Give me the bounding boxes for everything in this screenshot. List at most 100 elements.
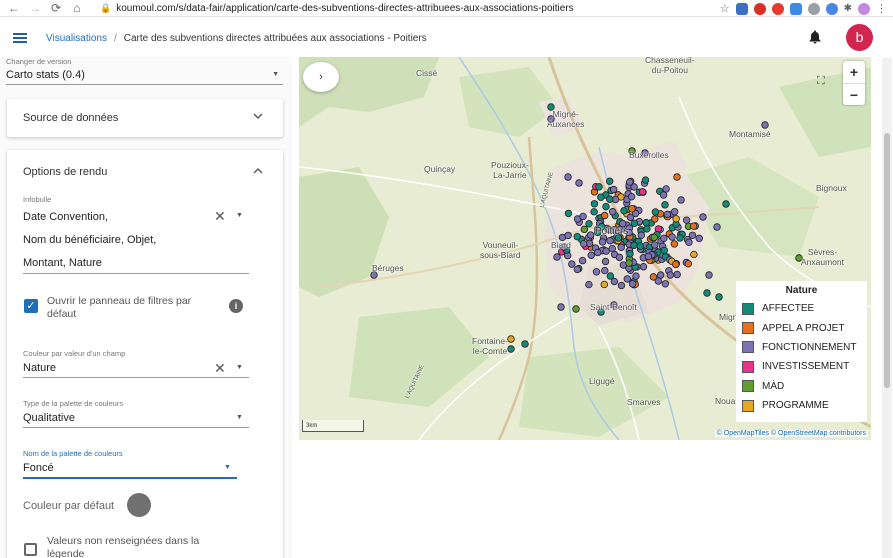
map-marker[interactable]: [663, 210, 672, 219]
reload-icon[interactable]: ⟳: [49, 1, 63, 15]
legend-item[interactable]: APPEL A PROJET: [742, 318, 861, 337]
map-marker[interactable]: [585, 220, 593, 228]
checkbox-unchecked-icon[interactable]: [24, 543, 37, 556]
map-marker[interactable]: [641, 176, 650, 184]
map-marker[interactable]: [575, 179, 583, 187]
map-marker[interactable]: [572, 305, 580, 313]
map-marker[interactable]: [608, 208, 617, 216]
map-marker[interactable]: [564, 173, 572, 181]
map-marker[interactable]: [660, 234, 668, 242]
palette-type-select[interactable]: Qualitative ▼: [23, 408, 249, 428]
map-marker[interactable]: [602, 202, 610, 211]
map-view[interactable]: Cissé Chasseneuil- du-Poitou Migné- Auxa…: [299, 57, 871, 440]
map-marker[interactable]: [670, 240, 679, 248]
map-marker[interactable]: [610, 277, 619, 286]
map-marker[interactable]: [677, 196, 685, 204]
zoom-in-button[interactable]: +: [843, 61, 865, 83]
map-marker[interactable]: [668, 233, 676, 241]
address-bar[interactable]: 🔒 koumoul.com/s/data-fair/application/ca…: [100, 1, 680, 16]
extension-opera-icon[interactable]: [771, 2, 784, 15]
render-title[interactable]: Options de rendu: [23, 166, 107, 178]
map-marker[interactable]: [636, 242, 645, 250]
map-marker[interactable]: [630, 241, 638, 249]
legend-item[interactable]: INVESTISSEMENT: [742, 357, 861, 376]
home-icon[interactable]: ⌂: [70, 1, 84, 15]
map-marker[interactable]: [628, 205, 636, 213]
map-marker[interactable]: [573, 265, 582, 274]
map-marker[interactable]: [615, 253, 624, 262]
missing-values-row[interactable]: Valeurs non renseignées dans la légende: [24, 535, 244, 558]
map-marker[interactable]: [659, 191, 668, 199]
map-marker[interactable]: [673, 270, 681, 279]
map-marker[interactable]: [597, 193, 605, 201]
map-marker[interactable]: [627, 192, 636, 201]
map-marker[interactable]: [521, 340, 529, 348]
default-color-swatch[interactable]: [127, 493, 151, 517]
map-marker[interactable]: [587, 251, 595, 259]
version-select[interactable]: Carto stats (0.4) ▼: [6, 65, 283, 85]
map-marker[interactable]: [666, 271, 675, 279]
map-marker[interactable]: [650, 233, 658, 242]
zoom-out-button[interactable]: −: [843, 83, 865, 105]
map-marker[interactable]: [579, 240, 588, 248]
map-marker[interactable]: [630, 219, 639, 227]
map-marker[interactable]: [568, 260, 576, 268]
map-marker[interactable]: [606, 177, 614, 185]
map-marker[interactable]: [578, 256, 587, 265]
map-marker[interactable]: [676, 234, 684, 242]
map-attribution[interactable]: © OpenMapTiles © OpenStreetMap contribut…: [714, 430, 868, 437]
map-marker[interactable]: [564, 231, 572, 240]
map-marker[interactable]: [602, 247, 610, 255]
map-marker[interactable]: [625, 259, 633, 267]
map-marker[interactable]: [601, 257, 610, 266]
map-marker[interactable]: [507, 345, 515, 353]
palette-name-select[interactable]: Foncé ▼: [23, 458, 237, 479]
info-icon[interactable]: i: [229, 299, 243, 313]
map-marker[interactable]: [651, 241, 659, 249]
map-marker[interactable]: [626, 250, 634, 258]
map-marker[interactable]: [606, 195, 614, 203]
extension-badge-icon[interactable]: [789, 2, 802, 15]
map-marker[interactable]: [630, 183, 638, 191]
map-marker[interactable]: [557, 303, 565, 311]
map-marker[interactable]: [600, 280, 608, 289]
map-marker[interactable]: [585, 280, 593, 289]
color-field-select[interactable]: Nature ✕ ▼: [23, 358, 249, 378]
map-marker[interactable]: [579, 212, 587, 221]
map-marker[interactable]: [573, 232, 581, 241]
source-card[interactable]: Source de données: [7, 99, 283, 137]
map-marker[interactable]: [617, 243, 625, 251]
map-marker[interactable]: [685, 238, 693, 246]
map-marker[interactable]: [642, 218, 650, 227]
map-marker[interactable]: [695, 234, 703, 243]
map-marker[interactable]: [705, 271, 713, 279]
back-icon[interactable]: ←: [7, 1, 21, 15]
map-marker[interactable]: [661, 201, 669, 209]
map-marker[interactable]: [590, 200, 599, 208]
chevron-up-icon[interactable]: [253, 166, 263, 176]
map-marker[interactable]: [672, 215, 680, 223]
map-marker[interactable]: [564, 209, 573, 218]
page-scrollbar[interactable]: [882, 58, 892, 558]
map-marker[interactable]: [507, 335, 515, 343]
map-marker[interactable]: [660, 246, 668, 255]
legend-item[interactable]: MÀD: [742, 377, 861, 396]
extension-blue-icon[interactable]: [825, 2, 838, 15]
map-marker[interactable]: [673, 173, 681, 181]
map-marker[interactable]: [688, 231, 697, 239]
default-color-row[interactable]: Couleur par défaut: [23, 493, 243, 519]
fullscreen-icon[interactable]: ⛶: [817, 75, 825, 88]
menu-icon[interactable]: [13, 31, 27, 45]
map-marker[interactable]: [699, 213, 707, 221]
map-marker[interactable]: [594, 248, 602, 257]
clear-icon[interactable]: ✕: [214, 360, 226, 377]
map-marker[interactable]: [639, 263, 648, 271]
map-marker[interactable]: [632, 272, 640, 280]
map-marker[interactable]: [651, 208, 660, 216]
extension-grey-icon[interactable]: [807, 2, 820, 15]
map-marker[interactable]: [580, 225, 589, 234]
map-marker[interactable]: [628, 280, 637, 288]
map-marker[interactable]: [761, 121, 769, 129]
puzzle-icon[interactable]: ✱: [844, 3, 852, 14]
map-marker[interactable]: [671, 207, 679, 216]
